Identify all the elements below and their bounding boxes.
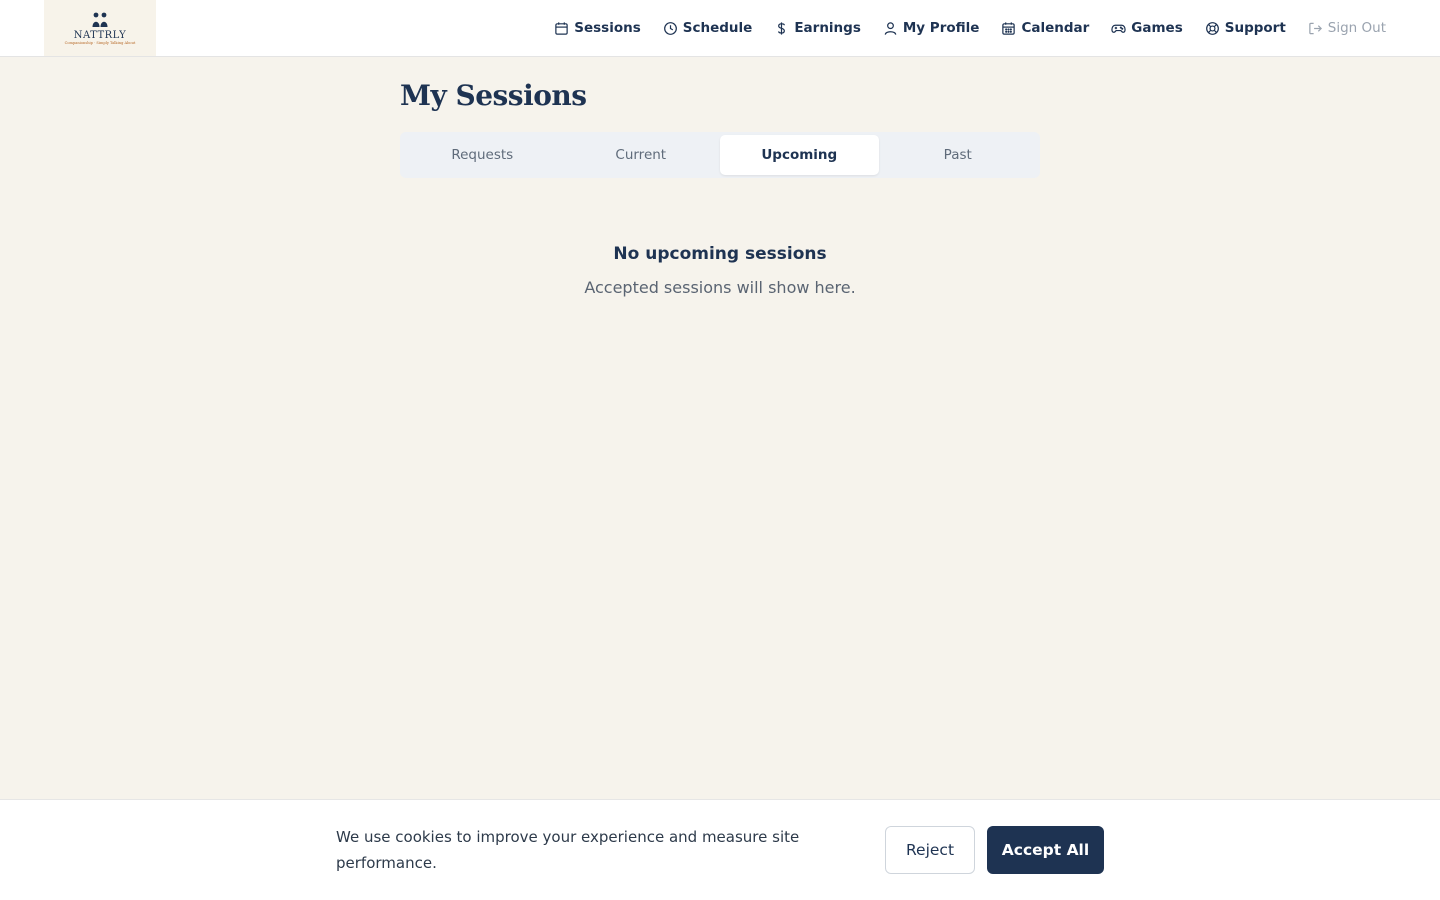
- nav-item-sessions[interactable]: Sessions: [554, 20, 641, 36]
- nav-label-sessions: Sessions: [574, 20, 641, 36]
- nav-item-support[interactable]: Support: [1205, 20, 1286, 36]
- main-nav: Sessions Schedule Earnings My Profile Ca…: [532, 0, 1386, 56]
- nav-item-sign-out[interactable]: Sign Out: [1308, 20, 1386, 36]
- nav-label-my-profile: My Profile: [902, 20, 980, 36]
- empty-state-subtitle: Accepted sessions will show here.: [584, 278, 856, 297]
- top-navigation-bar: NATTRLY Companionship · Simply Talking A…: [0, 0, 1440, 57]
- nav-label-games: Games: [1131, 20, 1183, 36]
- nav-item-my-profile[interactable]: My Profile: [883, 20, 980, 36]
- user-icon: [884, 21, 897, 35]
- cookie-message: We use cookies to improve your experienc…: [336, 828, 800, 872]
- brand-tagline: Companionship · Simply Talking About: [64, 41, 136, 45]
- nav-label-earnings: Earnings: [794, 20, 861, 36]
- nav-label-support: Support: [1224, 20, 1286, 36]
- tab-requests[interactable]: Requests: [403, 135, 562, 175]
- tab-upcoming[interactable]: Upcoming: [720, 135, 879, 175]
- calendar-grid-icon: [1002, 21, 1016, 35]
- sign-out-icon: [1309, 22, 1322, 34]
- brand-logo[interactable]: NATTRLY Companionship · Simply Talking A…: [44, 0, 156, 56]
- empty-state: No upcoming sessions Accepted sessions w…: [400, 244, 1040, 297]
- gamepad-icon: [1111, 24, 1126, 33]
- empty-state-title: No upcoming sessions: [613, 244, 827, 264]
- logo-people-icon: [92, 12, 108, 27]
- nav-item-schedule[interactable]: Schedule: [663, 20, 753, 36]
- nav-item-calendar[interactable]: Calendar: [1001, 20, 1089, 36]
- cookie-banner: We use cookies to improve your experienc…: [0, 799, 1440, 900]
- nav-label-calendar: Calendar: [1021, 20, 1090, 36]
- calendar-icon: [555, 21, 568, 35]
- tab-past[interactable]: Past: [879, 135, 1038, 175]
- page-title: My Sessions: [400, 79, 587, 112]
- nav-label-schedule: Schedule: [682, 20, 753, 36]
- nav-label-sign-out: Sign Out: [1327, 20, 1386, 36]
- reject-cookies-button[interactable]: Reject: [885, 826, 975, 874]
- nav-item-games[interactable]: Games: [1111, 20, 1183, 36]
- session-tabs: Requests Current Upcoming Past: [400, 132, 1040, 178]
- brand-name: NATTRLY: [73, 30, 127, 41]
- nav-item-earnings[interactable]: Earnings: [774, 20, 861, 36]
- dollar-icon: [778, 21, 786, 35]
- lifebuoy-icon: [1205, 21, 1219, 35]
- accept-all-cookies-button[interactable]: Accept All: [987, 826, 1104, 874]
- tab-current[interactable]: Current: [562, 135, 721, 175]
- clock-icon: [663, 21, 677, 35]
